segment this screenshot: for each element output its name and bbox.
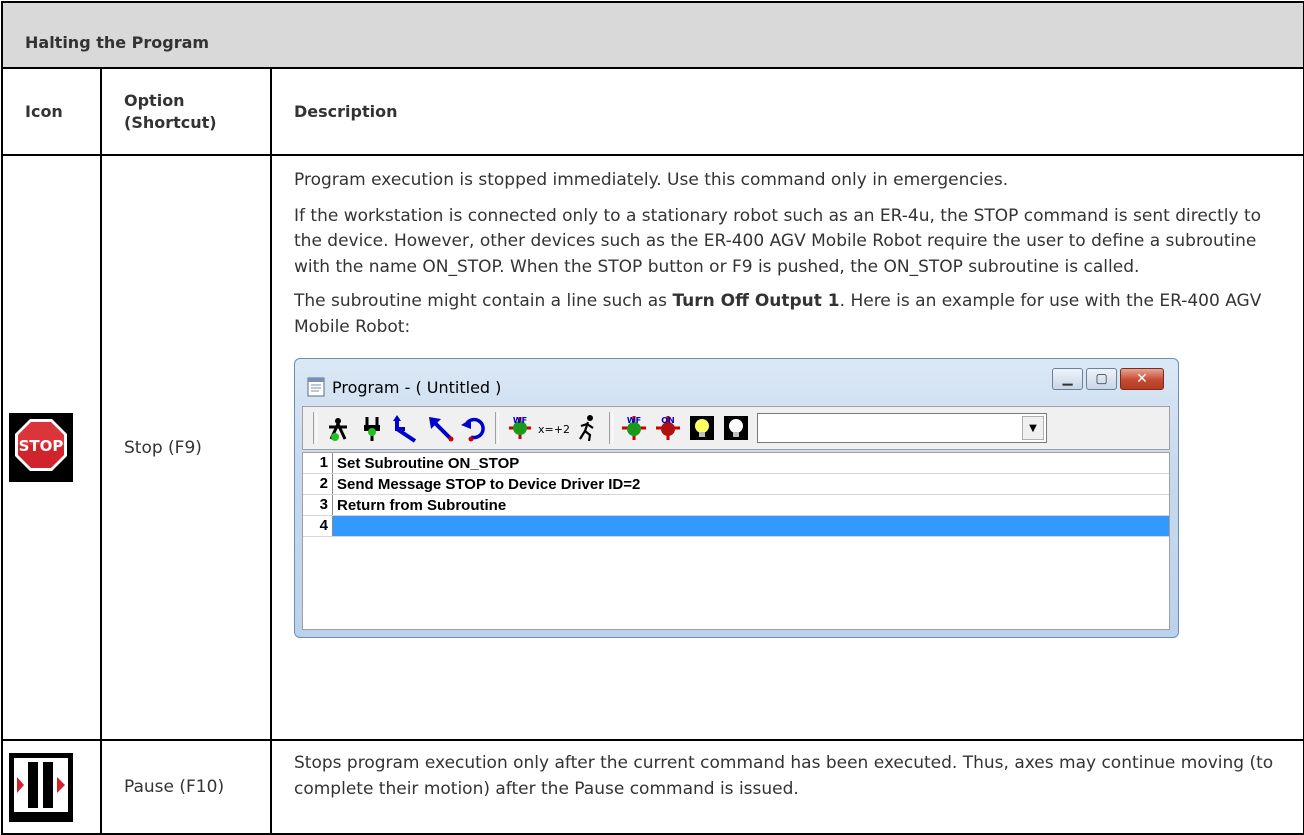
line-number: 3 <box>303 495 333 515</box>
dropdown-arrow-icon[interactable]: ▼ <box>1022 416 1044 440</box>
table-title: Halting the Program <box>0 1 1304 69</box>
program-line-selected[interactable]: 4 <box>303 516 1169 537</box>
line-text: Send Message STOP to Device Driver ID=2 <box>337 475 641 493</box>
bulb-on-icon[interactable] <box>685 411 719 445</box>
bulb-off-icon[interactable] <box>719 411 753 445</box>
robot-grip-icon[interactable] <box>355 411 389 445</box>
p3-text-bold: Turn Off Output 1 <box>672 291 840 311</box>
description-stop: Program execution is stopped immediately… <box>269 154 1304 741</box>
line-number: 1 <box>303 453 333 473</box>
on-red-icon[interactable]: ON <box>651 411 685 445</box>
program-line[interactable]: 3 Return from Subroutine <box>303 495 1169 516</box>
program-window: Program - ( Untitled ) ▁ ▢ ✕ WF x=+2 WF … <box>294 358 1179 638</box>
var-label: x=+2 <box>538 423 570 436</box>
toolbar-dropdown[interactable]: ▼ <box>757 413 1047 443</box>
pause-icon <box>8 752 73 822</box>
running-man-icon[interactable] <box>571 411 605 445</box>
toolbar-separator <box>609 412 613 444</box>
icon-cell: STOP <box>1 154 102 741</box>
stop-sign-icon: STOP <box>8 413 73 482</box>
p3-text-a: The subroutine might contain a line such… <box>294 291 673 311</box>
description-pause: Stops program execution only after the c… <box>269 739 1304 835</box>
line-number: 4 <box>303 516 333 536</box>
close-button[interactable]: ✕ <box>1120 368 1164 390</box>
program-line[interactable]: 1 Set Subroutine ON_STOP <box>303 453 1169 474</box>
window-controls: ▁ ▢ ✕ <box>1049 368 1164 390</box>
robot-home-icon[interactable] <box>321 411 355 445</box>
program-line[interactable]: 2 Send Message STOP to Device Driver ID=… <box>303 474 1169 495</box>
insert-wf-icon[interactable]: WF <box>503 411 537 445</box>
stop-desc-p2: If the workstation is connected only to … <box>294 205 1262 277</box>
variable-x-icon[interactable]: x=+2 <box>537 411 571 445</box>
table-title-row: Halting the Program <box>0 1 1304 69</box>
header-icon: Icon <box>1 67 102 156</box>
line-text: Set Subroutine ON_STOP <box>337 454 520 472</box>
header-option: Option (Shortcut) <box>100 67 272 156</box>
line-text: Return from Subroutine <box>337 496 507 514</box>
table-row: Pause (F10) Stops program execution only… <box>1 739 1304 835</box>
wf-label: WF <box>513 416 527 425</box>
minimize-button[interactable]: ▁ <box>1052 368 1083 390</box>
maximize-button[interactable]: ▢ <box>1086 368 1117 390</box>
stop-desc-p1: Program execution is stopped immediately… <box>294 170 1009 190</box>
wf-green-icon[interactable]: WF <box>617 411 651 445</box>
line-number: 2 <box>303 474 333 494</box>
program-toolbar: WF x=+2 WF ON ▼ <box>302 406 1170 450</box>
undo-rotate-icon[interactable] <box>457 411 491 445</box>
window-title: Program - ( Untitled ) <box>332 377 502 397</box>
halting-program-table: Halting the Program Icon Option (Shortcu… <box>0 1 1304 835</box>
line-text <box>333 516 1169 536</box>
table-header-row: Icon Option (Shortcut) Description <box>1 67 1304 156</box>
stop-icon-text: STOP <box>18 437 63 455</box>
option-pause: Pause (F10) <box>100 739 272 835</box>
move-arc-blue-icon[interactable] <box>389 411 423 445</box>
window-titlebar: Program - ( Untitled ) <box>305 375 501 399</box>
document-icon <box>307 377 325 397</box>
on-label: ON <box>661 416 675 425</box>
pause-desc-p1: Stops program execution only after the c… <box>294 753 1274 799</box>
move-arrow-blue-icon[interactable] <box>423 411 457 445</box>
icon-cell <box>1 739 102 835</box>
toolbar-separator <box>313 412 317 444</box>
header-description: Description <box>269 67 1304 156</box>
program-listing: 1 Set Subroutine ON_STOP 2 Send Message … <box>302 452 1170 630</box>
toolbar-separator <box>495 412 499 444</box>
wf-label-2: WF <box>627 416 641 425</box>
stop-desc-p3: The subroutine might contain a line such… <box>294 289 1291 340</box>
option-stop: Stop (F9) <box>100 154 272 741</box>
table-row: STOP Stop (F9) Program execution is stop… <box>1 154 1304 741</box>
